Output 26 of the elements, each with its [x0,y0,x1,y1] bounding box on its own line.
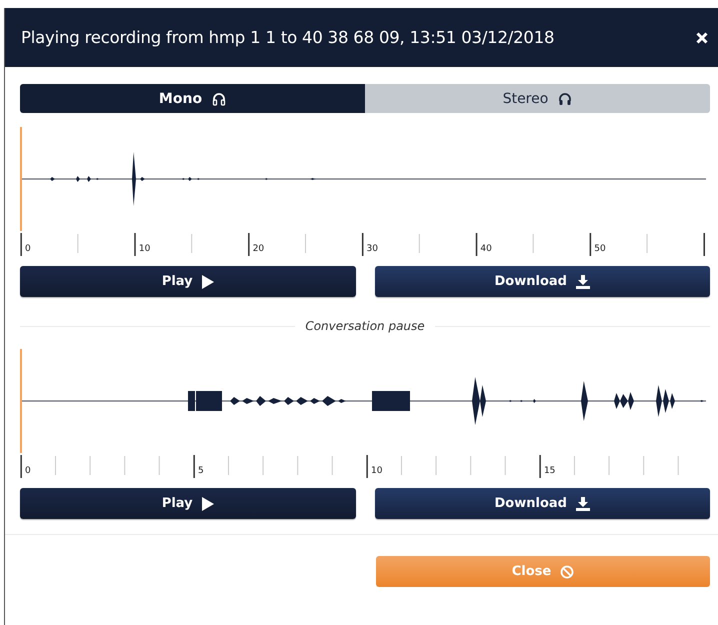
tick-label: 15 [544,466,556,476]
tick-label: 10 [138,244,150,254]
headphones-icon [212,92,226,106]
tab[interactable]: Mono [20,84,365,113]
tick-label: 30 [366,244,378,254]
tick-label: 50 [594,244,606,254]
close-icon[interactable] [696,32,708,44]
play-icon [202,274,214,288]
tick-label: 0 [25,466,31,476]
tick-label: 0 [25,244,31,254]
headphones-icon [558,92,572,106]
download-icon [576,274,590,288]
download-icon [576,496,590,510]
dialog-title: Playing recording from hmp 1 1 to 40 38 68 09, 13:51 03/12/2018 [21,28,554,47]
tab[interactable]: Stereo [365,84,710,113]
play-button[interactable]: Play [20,266,356,297]
download-button[interactable]: Download [374,488,710,519]
tick-label: 40 [480,244,492,254]
play-icon [202,496,214,510]
tick-label: 5 [198,466,204,476]
tick-label: 20 [252,244,264,254]
section-label: Conversation pause [305,319,425,333]
tick-label: 10 [370,466,382,476]
download-button[interactable]: Download [374,266,710,297]
prohibited-icon [560,564,574,578]
play-button[interactable]: Play [20,488,356,519]
